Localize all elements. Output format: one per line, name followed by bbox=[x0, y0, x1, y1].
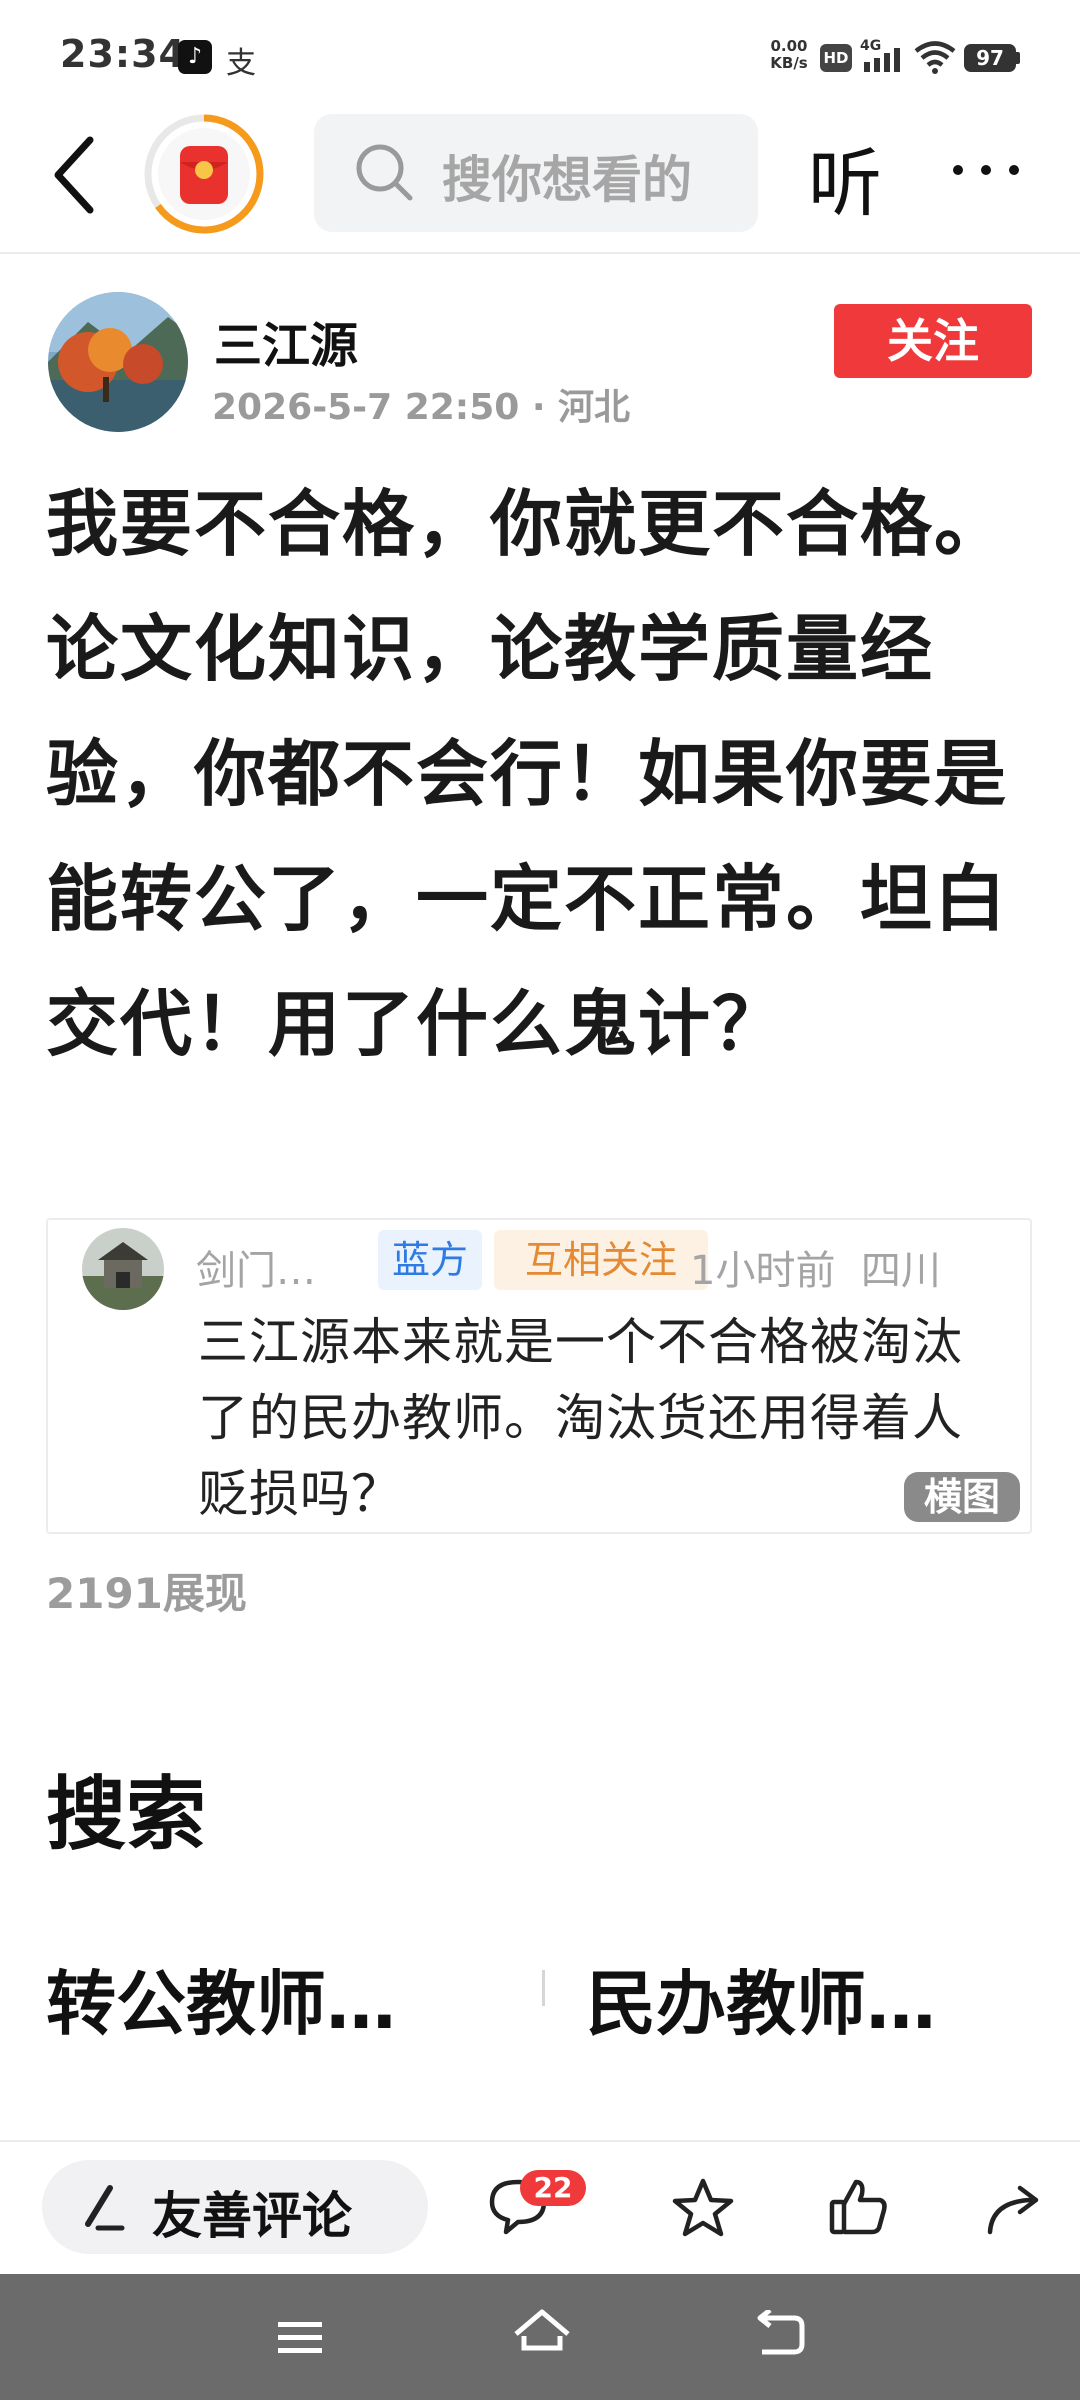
author-name[interactable]: 三江源 bbox=[214, 306, 358, 376]
home-button[interactable] bbox=[510, 2306, 574, 2362]
search-bar[interactable]: 搜你想看的 bbox=[314, 114, 758, 232]
comment-input[interactable]: 友善评论 bbox=[42, 2160, 428, 2254]
follow-button[interactable]: 关注 bbox=[834, 304, 1032, 378]
quoted-author: 剑门… bbox=[196, 1248, 316, 1294]
more-button[interactable] bbox=[946, 150, 1026, 190]
search-suggestion[interactable]: 民办教师… bbox=[586, 1948, 936, 2049]
menu-icon bbox=[278, 2322, 322, 2353]
star-icon bbox=[672, 2178, 734, 2237]
signal-icon: 4G bbox=[860, 38, 910, 74]
more-dots-icon bbox=[953, 165, 1019, 175]
tiktok-icon: ♪ bbox=[178, 40, 212, 74]
recent-apps-button[interactable] bbox=[274, 2318, 326, 2358]
search-icon bbox=[354, 142, 416, 204]
view-count: 2191展现 bbox=[46, 1569, 247, 1618]
landscape-image-tag: 横图 bbox=[904, 1472, 1020, 1522]
svg-text:4G: 4G bbox=[860, 38, 881, 54]
alipay-icon: 支 bbox=[226, 46, 256, 81]
system-back-button[interactable] bbox=[752, 2308, 808, 2360]
back-button[interactable] bbox=[40, 120, 110, 230]
battery-tip bbox=[1016, 52, 1020, 64]
pen-icon bbox=[70, 2174, 136, 2240]
wifi-icon bbox=[914, 40, 956, 74]
team-badge: 蓝方 bbox=[378, 1230, 482, 1290]
red-packet-button[interactable] bbox=[142, 112, 266, 236]
home-icon bbox=[514, 2309, 570, 2351]
author-avatar[interactable] bbox=[48, 292, 188, 432]
comment-input-label: 友善评论 bbox=[152, 2187, 352, 2245]
system-nav-bar bbox=[0, 2274, 1080, 2400]
quoted-avatar bbox=[82, 1228, 164, 1310]
back-arrow-icon bbox=[54, 136, 94, 214]
share-arrow-icon bbox=[987, 2185, 1039, 2235]
search-section-title: 搜索 bbox=[46, 1768, 206, 1861]
listen-button[interactable]: 听 bbox=[808, 124, 882, 231]
comment-count-badge: 22 bbox=[520, 2170, 586, 2206]
share-button[interactable] bbox=[982, 2176, 1048, 2242]
like-button[interactable] bbox=[826, 2174, 892, 2240]
battery-level: 97 bbox=[964, 44, 1016, 72]
network-speed: 0.00 KB/s bbox=[770, 37, 808, 72]
post-meta: 2026-5-7 22:50 · 河北 bbox=[212, 387, 631, 428]
return-icon bbox=[757, 2308, 805, 2355]
suggestion-divider bbox=[542, 1970, 545, 2006]
thumbs-up-icon bbox=[829, 2179, 887, 2235]
status-time: 23:34 bbox=[60, 32, 186, 76]
search-placeholder: 搜你想看的 bbox=[442, 151, 692, 209]
quoted-time-location: 1小时前 四川 bbox=[690, 1248, 941, 1294]
action-bar-divider bbox=[0, 2140, 1080, 2142]
search-suggestion[interactable]: 转公教师… bbox=[46, 1948, 396, 2049]
nav-divider bbox=[0, 252, 1080, 254]
red-packet-icon bbox=[144, 114, 264, 234]
quoted-text: 三江源本来就是一个不合格被淘汰了的民办教师。淘汰货还用得着人贬损吗？ bbox=[198, 1313, 963, 1523]
post-body: 我要不合格，你就更不合格。论文化知识，论教学质量经验，你都不会行！如果你要是能转… bbox=[46, 482, 1009, 1066]
favorite-button[interactable] bbox=[670, 2176, 736, 2242]
hd-icon: HD bbox=[820, 44, 852, 72]
quoted-comment-image[interactable]: 剑门… 蓝方 互相关注 1小时前 四川 三江源本来就是一个不合格被淘汰了的民办教… bbox=[46, 1218, 1032, 1534]
mutual-follow-badge: 互相关注 bbox=[494, 1230, 708, 1290]
status-bar: 23:34 ♪ 支 0.00 KB/s HD 4G 97 bbox=[0, 0, 1080, 110]
